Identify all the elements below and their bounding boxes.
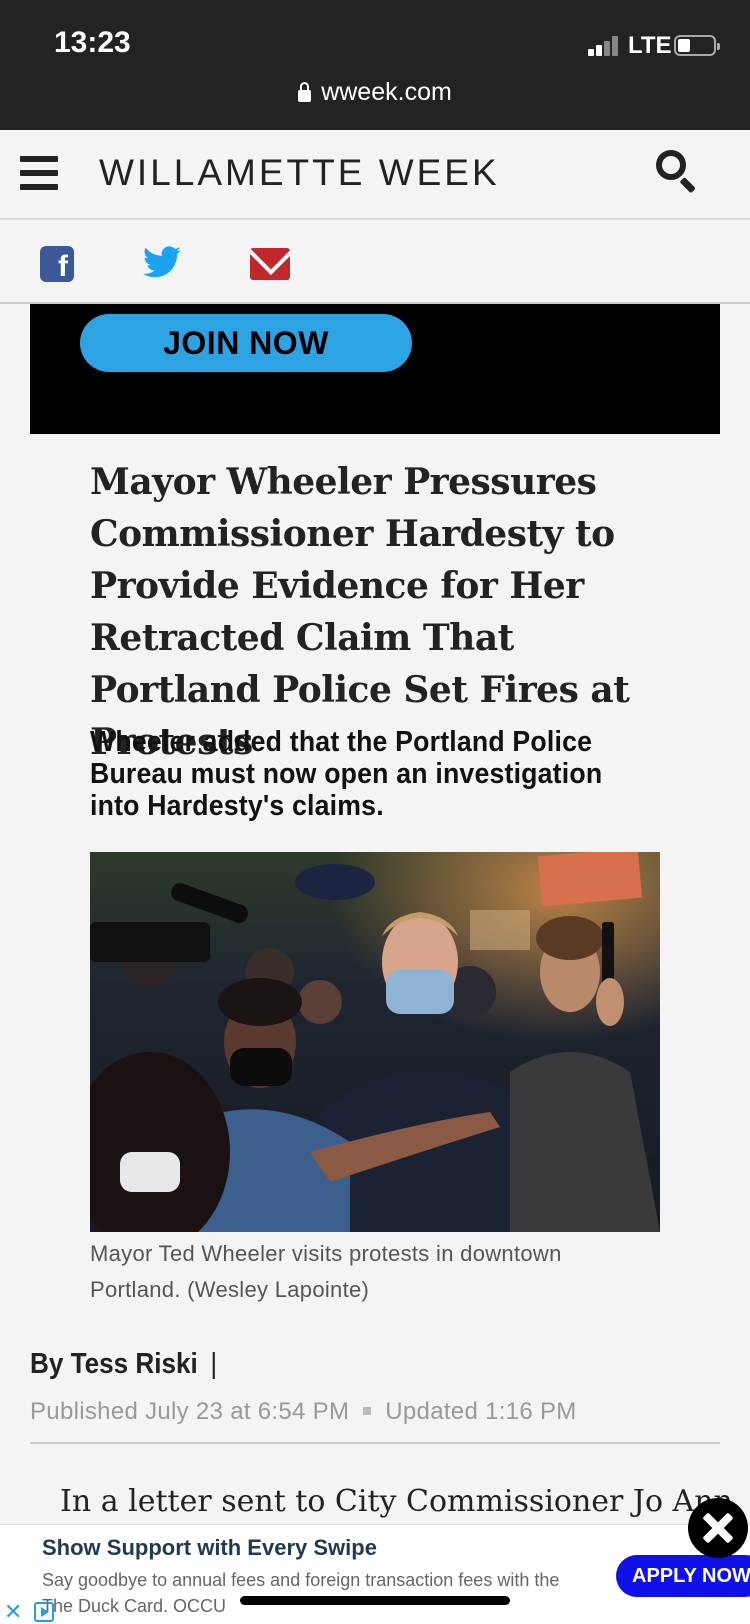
network-label: LTE bbox=[628, 32, 672, 59]
article-body-start: In a letter sent to City Commissioner Jo… bbox=[60, 1484, 733, 1519]
updated-date: Updated 1:16 PM bbox=[385, 1398, 577, 1425]
home-indicator[interactable] bbox=[240, 1596, 510, 1605]
byline-separator: | bbox=[210, 1348, 218, 1380]
apply-now-button[interactable]: APPLY NOW bbox=[616, 1555, 750, 1597]
date-separator bbox=[363, 1407, 372, 1415]
share-bar: f bbox=[0, 222, 750, 304]
publish-dates: Published July 23 at 6:54 PM Updated 1:16… bbox=[30, 1398, 577, 1426]
lock-icon bbox=[298, 82, 312, 102]
menu-icon[interactable] bbox=[20, 156, 58, 190]
ad-close-x-icon[interactable]: ✕ bbox=[4, 1601, 22, 1623]
photo-caption: Mayor Ted Wheeler visits protests in dow… bbox=[90, 1241, 562, 1302]
divider bbox=[30, 1442, 720, 1444]
ad-body: Say goodbye to annual fees and foreign t… bbox=[42, 1570, 560, 1616]
signal-icon bbox=[588, 36, 620, 56]
status-bar: 13:23 LTE wweek.com bbox=[0, 0, 750, 130]
join-now-button[interactable]: JOIN NOW bbox=[80, 314, 412, 372]
battery-icon bbox=[674, 35, 720, 56]
adchoices-icon[interactable] bbox=[34, 1602, 54, 1622]
facebook-icon[interactable]: f bbox=[40, 246, 74, 282]
article-subheadline: Wheeler added that the Portland Police B… bbox=[90, 726, 603, 822]
byline: By Tess Riski | bbox=[30, 1348, 217, 1381]
ad-title[interactable]: Show Support with Every Swipe bbox=[42, 1535, 377, 1561]
close-ad-icon[interactable] bbox=[688, 1498, 748, 1558]
email-icon[interactable] bbox=[250, 248, 290, 280]
url-text: wweek.com bbox=[321, 78, 452, 106]
article-photo[interactable] bbox=[90, 852, 660, 1232]
bottom-ad[interactable]: Show Support with Every Swipe Say goodby… bbox=[0, 1524, 750, 1624]
search-icon[interactable] bbox=[654, 148, 698, 194]
article-headline: Mayor Wheeler Pressures Commissioner Har… bbox=[90, 461, 630, 763]
ad-choices[interactable]: ✕ bbox=[0, 1598, 58, 1624]
twitter-icon[interactable] bbox=[143, 246, 181, 278]
published-date: Published July 23 at 6:54 PM bbox=[30, 1398, 350, 1425]
status-time: 13:23 bbox=[54, 26, 131, 59]
author-name[interactable]: By Tess Riski bbox=[30, 1348, 198, 1380]
site-header: WILLAMETTE WEEK bbox=[0, 130, 750, 220]
address-bar[interactable]: wweek.com bbox=[0, 78, 750, 107]
ad-banner[interactable]: JOIN NOW bbox=[30, 304, 720, 434]
site-logo[interactable]: WILLAMETTE WEEK bbox=[99, 152, 500, 194]
